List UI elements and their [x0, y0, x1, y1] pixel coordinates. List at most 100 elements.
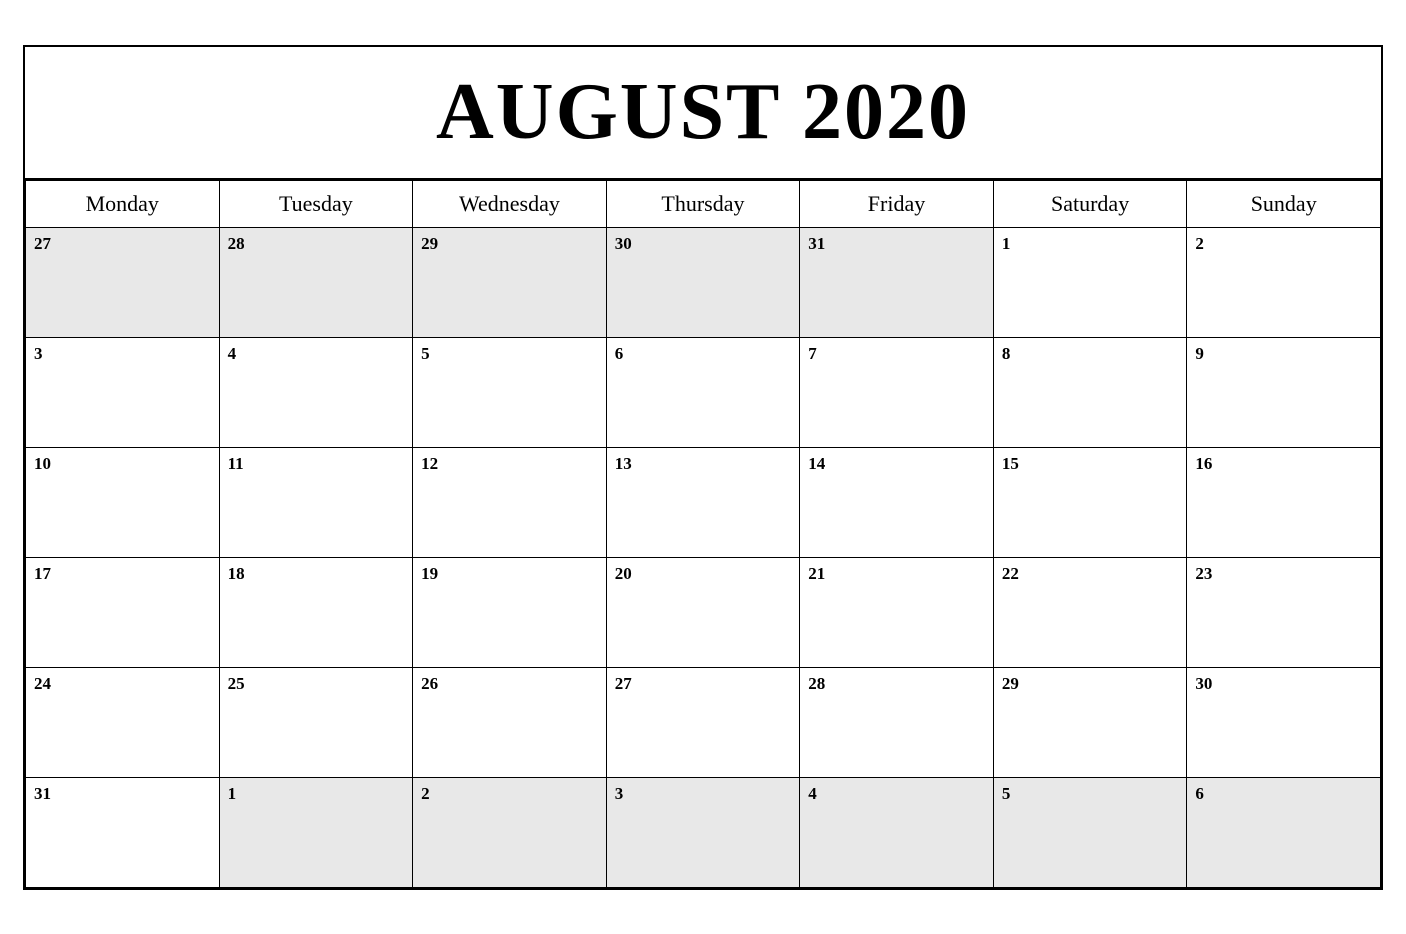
- day-number: 16: [1195, 454, 1212, 473]
- day-number: 11: [228, 454, 244, 473]
- day-number: 25: [228, 674, 245, 693]
- day-number: 5: [1002, 784, 1011, 803]
- calendar-day-cell[interactable]: 2: [413, 777, 607, 887]
- day-number: 3: [34, 344, 43, 363]
- day-number: 1: [228, 784, 237, 803]
- calendar-week-row: 17 18 19 20 21 22 23: [26, 557, 1381, 667]
- calendar-day-cell[interactable]: 29: [413, 227, 607, 337]
- calendar-day-cell[interactable]: 31: [800, 227, 994, 337]
- day-header-saturday: Saturday: [993, 180, 1187, 227]
- calendar-day-cell[interactable]: 29: [993, 667, 1187, 777]
- calendar-week-row: 3 4 5 6 7 8 9: [26, 337, 1381, 447]
- calendar-day-cell[interactable]: 27: [606, 667, 800, 777]
- day-number: 31: [808, 234, 825, 253]
- calendar-day-cell[interactable]: 28: [219, 227, 413, 337]
- calendar-day-cell[interactable]: 2: [1187, 227, 1381, 337]
- day-number: 10: [34, 454, 51, 473]
- day-number: 2: [421, 784, 430, 803]
- calendar-day-cell[interactable]: 3: [26, 337, 220, 447]
- day-number: 8: [1002, 344, 1011, 363]
- day-number: 4: [228, 344, 237, 363]
- day-number: 9: [1195, 344, 1204, 363]
- calendar-day-cell[interactable]: 19: [413, 557, 607, 667]
- day-header-monday: Monday: [26, 180, 220, 227]
- day-number: 28: [228, 234, 245, 253]
- calendar-day-cell[interactable]: 4: [800, 777, 994, 887]
- day-number: 7: [808, 344, 817, 363]
- day-number: 31: [34, 784, 51, 803]
- day-number: 6: [1195, 784, 1204, 803]
- calendar-day-cell[interactable]: 18: [219, 557, 413, 667]
- day-number: 26: [421, 674, 438, 693]
- calendar-day-cell[interactable]: 5: [993, 777, 1187, 887]
- day-number: 19: [421, 564, 438, 583]
- calendar-day-cell[interactable]: 17: [26, 557, 220, 667]
- day-number: 30: [1195, 674, 1212, 693]
- day-number: 24: [34, 674, 51, 693]
- day-header-tuesday: Tuesday: [219, 180, 413, 227]
- day-number: 29: [1002, 674, 1019, 693]
- calendar-day-cell[interactable]: 6: [1187, 777, 1381, 887]
- calendar-day-cell[interactable]: 28: [800, 667, 994, 777]
- day-number: 3: [615, 784, 624, 803]
- day-header-thursday: Thursday: [606, 180, 800, 227]
- calendar-week-row: 24 25 26 27 28 29 30: [26, 667, 1381, 777]
- calendar-week-row: 31 1 2 3 4 5 6: [26, 777, 1381, 887]
- calendar-week-row: 10 11 12 13 14 15 16: [26, 447, 1381, 557]
- calendar-day-cell[interactable]: 16: [1187, 447, 1381, 557]
- calendar-day-cell[interactable]: 4: [219, 337, 413, 447]
- day-number: 20: [615, 564, 632, 583]
- calendar-day-cell[interactable]: 25: [219, 667, 413, 777]
- calendar-day-cell[interactable]: 9: [1187, 337, 1381, 447]
- day-number: 22: [1002, 564, 1019, 583]
- day-number: 1: [1002, 234, 1011, 253]
- calendar-day-cell[interactable]: 1: [993, 227, 1187, 337]
- day-number: 12: [421, 454, 438, 473]
- day-number: 27: [615, 674, 632, 693]
- calendar-day-cell[interactable]: 24: [26, 667, 220, 777]
- calendar-day-cell[interactable]: 14: [800, 447, 994, 557]
- day-header-sunday: Sunday: [1187, 180, 1381, 227]
- day-number: 29: [421, 234, 438, 253]
- calendar-day-cell[interactable]: 20: [606, 557, 800, 667]
- day-header-wednesday: Wednesday: [413, 180, 607, 227]
- calendar-day-cell[interactable]: 13: [606, 447, 800, 557]
- day-number: 14: [808, 454, 825, 473]
- day-number: 21: [808, 564, 825, 583]
- calendar-day-cell[interactable]: 10: [26, 447, 220, 557]
- day-number: 28: [808, 674, 825, 693]
- calendar-header: AUGUST 2020: [25, 47, 1381, 180]
- calendar-day-cell[interactable]: 11: [219, 447, 413, 557]
- day-number: 2: [1195, 234, 1204, 253]
- calendar-day-cell[interactable]: 3: [606, 777, 800, 887]
- day-number: 30: [615, 234, 632, 253]
- day-number: 13: [615, 454, 632, 473]
- calendar-day-cell[interactable]: 1: [219, 777, 413, 887]
- calendar-container: AUGUST 2020 MondayTuesdayWednesdayThursd…: [23, 45, 1383, 890]
- day-header-friday: Friday: [800, 180, 994, 227]
- day-number: 6: [615, 344, 624, 363]
- calendar-day-cell[interactable]: 26: [413, 667, 607, 777]
- calendar-title: AUGUST 2020: [35, 67, 1371, 158]
- day-number: 17: [34, 564, 51, 583]
- calendar-day-cell[interactable]: 30: [1187, 667, 1381, 777]
- calendar-day-cell[interactable]: 6: [606, 337, 800, 447]
- calendar-day-cell[interactable]: 23: [1187, 557, 1381, 667]
- calendar-day-cell[interactable]: 5: [413, 337, 607, 447]
- day-number: 23: [1195, 564, 1212, 583]
- calendar-grid: MondayTuesdayWednesdayThursdayFridaySatu…: [25, 180, 1381, 888]
- calendar-day-cell[interactable]: 30: [606, 227, 800, 337]
- calendar-day-cell[interactable]: 22: [993, 557, 1187, 667]
- calendar-day-cell[interactable]: 31: [26, 777, 220, 887]
- day-number: 27: [34, 234, 51, 253]
- calendar-week-row: 27 28 29 30 31 1 2: [26, 227, 1381, 337]
- calendar-day-cell[interactable]: 8: [993, 337, 1187, 447]
- day-headers-row: MondayTuesdayWednesdayThursdayFridaySatu…: [26, 180, 1381, 227]
- calendar-day-cell[interactable]: 21: [800, 557, 994, 667]
- calendar-day-cell[interactable]: 12: [413, 447, 607, 557]
- calendar-day-cell[interactable]: 27: [26, 227, 220, 337]
- day-number: 4: [808, 784, 817, 803]
- calendar-day-cell[interactable]: 7: [800, 337, 994, 447]
- day-number: 5: [421, 344, 430, 363]
- calendar-day-cell[interactable]: 15: [993, 447, 1187, 557]
